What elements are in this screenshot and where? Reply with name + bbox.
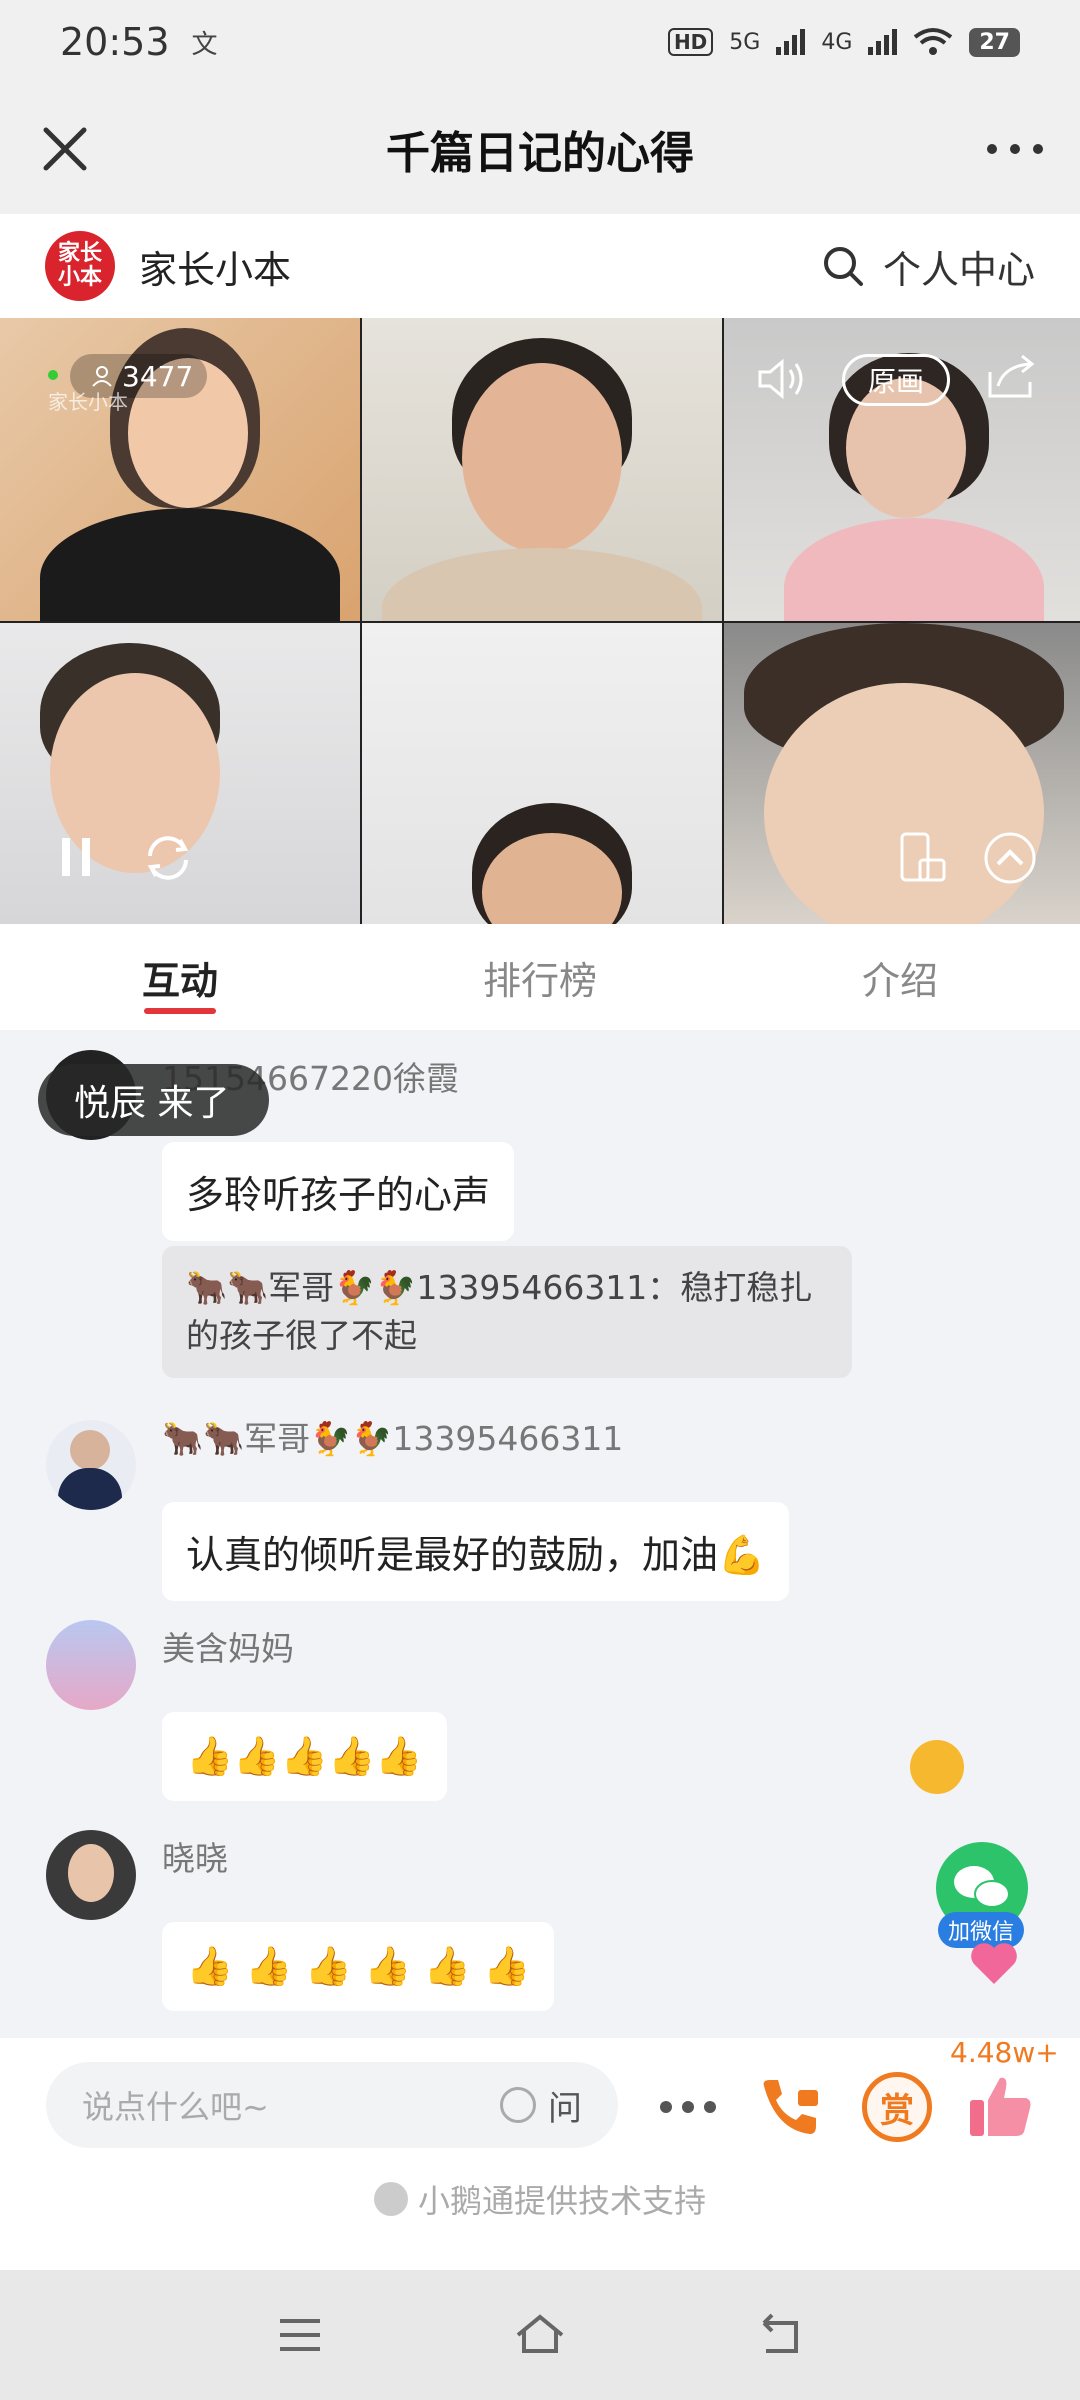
username: 🐂🐂军哥🐓🐓13395466311 xyxy=(162,1419,624,1458)
username: 美含妈妈 xyxy=(162,1629,294,1668)
like-count: 4.48w+ xyxy=(950,2036,1059,2069)
viewer-count: 3477 xyxy=(122,359,194,393)
powered-by: 小鹅通提供技术支持 xyxy=(0,2176,1080,2222)
status-time: 20:53 xyxy=(60,20,170,64)
message-bubble: 认真的倾听是最好的鼓励，加油💪 xyxy=(162,1502,790,1601)
channel-bar: 家长小本 家长小本 个人中心 xyxy=(0,214,1080,318)
reward-button[interactable]: 赏 xyxy=(862,2072,932,2142)
status-bar: 20:53 文 HD 5G 4G 27 xyxy=(0,0,1080,84)
tab-intro[interactable]: 介绍 xyxy=(720,924,1080,1030)
status-icons: HD 5G 4G 27 xyxy=(667,27,1020,57)
user-icon xyxy=(92,366,112,387)
avatar[interactable] xyxy=(46,1620,136,1710)
avatar[interactable] xyxy=(46,1830,136,1920)
username: 晓晓 xyxy=(162,1839,228,1878)
close-icon[interactable] xyxy=(30,114,100,184)
translate-icon: 文 xyxy=(191,29,218,60)
video-tile[interactable] xyxy=(362,623,722,926)
wifi-icon xyxy=(914,28,953,55)
back-icon[interactable] xyxy=(750,2305,810,2365)
ask-question-toggle[interactable]: 问 xyxy=(500,2062,582,2148)
pause-icon[interactable] xyxy=(56,832,96,882)
message-bubble: 👍👍👍👍👍 xyxy=(162,1712,447,1801)
share-icon[interactable] xyxy=(984,352,1038,402)
more-actions-button[interactable] xyxy=(660,2090,716,2124)
title-bar: 千篇日记的心得 xyxy=(0,84,1080,214)
live-indicator xyxy=(48,370,58,380)
channel-logo[interactable]: 家长小本 xyxy=(45,231,115,301)
chevron-up-icon[interactable] xyxy=(982,830,1038,886)
menu-icon[interactable] xyxy=(270,2305,330,2365)
radio-circle-icon xyxy=(500,2087,536,2123)
net-5g-label: 5G xyxy=(729,29,761,55)
hd-icon: HD xyxy=(667,28,714,56)
thumbs-up-icon[interactable] xyxy=(964,2070,1038,2144)
personal-center-link[interactable]: 个人中心 xyxy=(883,239,1035,294)
battery-icon: 27 xyxy=(969,27,1020,57)
system-nav-bar xyxy=(0,2270,1080,2400)
tab-bar: 互动 排行榜 介绍 xyxy=(0,924,1080,1030)
signal-icon xyxy=(776,29,806,55)
video-watermark: 家长小本 xyxy=(48,390,128,414)
rotate-screen-icon[interactable] xyxy=(896,830,948,886)
signal-icon-2 xyxy=(868,29,898,55)
chat-list[interactable]: 15154667220徐霞 多聆听孩子的心声 🐂🐂军哥🐓🐓13395466311… xyxy=(0,1030,1080,2038)
page-title: 千篇日记的心得 xyxy=(386,128,694,179)
ask-label: 问 xyxy=(548,2088,582,2129)
video-tile[interactable] xyxy=(362,318,722,621)
powered-by-text: 小鹅通提供技术支持 xyxy=(417,2182,706,2220)
more-options-button[interactable] xyxy=(980,124,1050,174)
refresh-icon[interactable] xyxy=(140,830,196,886)
floating-emoji-icon xyxy=(910,1740,964,1794)
net-4g-label: 4G xyxy=(821,29,853,55)
speaker-icon[interactable] xyxy=(756,356,808,402)
phone-video-icon[interactable] xyxy=(754,2072,828,2146)
search-icon[interactable] xyxy=(821,244,865,288)
tab-ranking[interactable]: 排行榜 xyxy=(360,924,720,1030)
xiaoetong-logo-icon xyxy=(373,2182,408,2216)
avatar[interactable] xyxy=(46,1420,136,1510)
quoted-message: 🐂🐂军哥🐓🐓13395466311：稳打稳扎的孩子很了不起 xyxy=(162,1246,852,1378)
quality-original-button[interactable]: 原画 xyxy=(842,354,950,406)
heart-icon xyxy=(971,1943,1017,1984)
home-icon[interactable] xyxy=(510,2305,570,2365)
join-notification: 悦辰 来了 xyxy=(38,1064,270,1136)
message-bubble: 多聆听孩子的心声 xyxy=(162,1142,515,1241)
tab-interaction[interactable]: 互动 xyxy=(0,924,360,1030)
message-bubble: 👍 👍 👍 👍 👍 👍 xyxy=(162,1922,555,2011)
channel-name[interactable]: 家长小本 xyxy=(139,239,291,294)
